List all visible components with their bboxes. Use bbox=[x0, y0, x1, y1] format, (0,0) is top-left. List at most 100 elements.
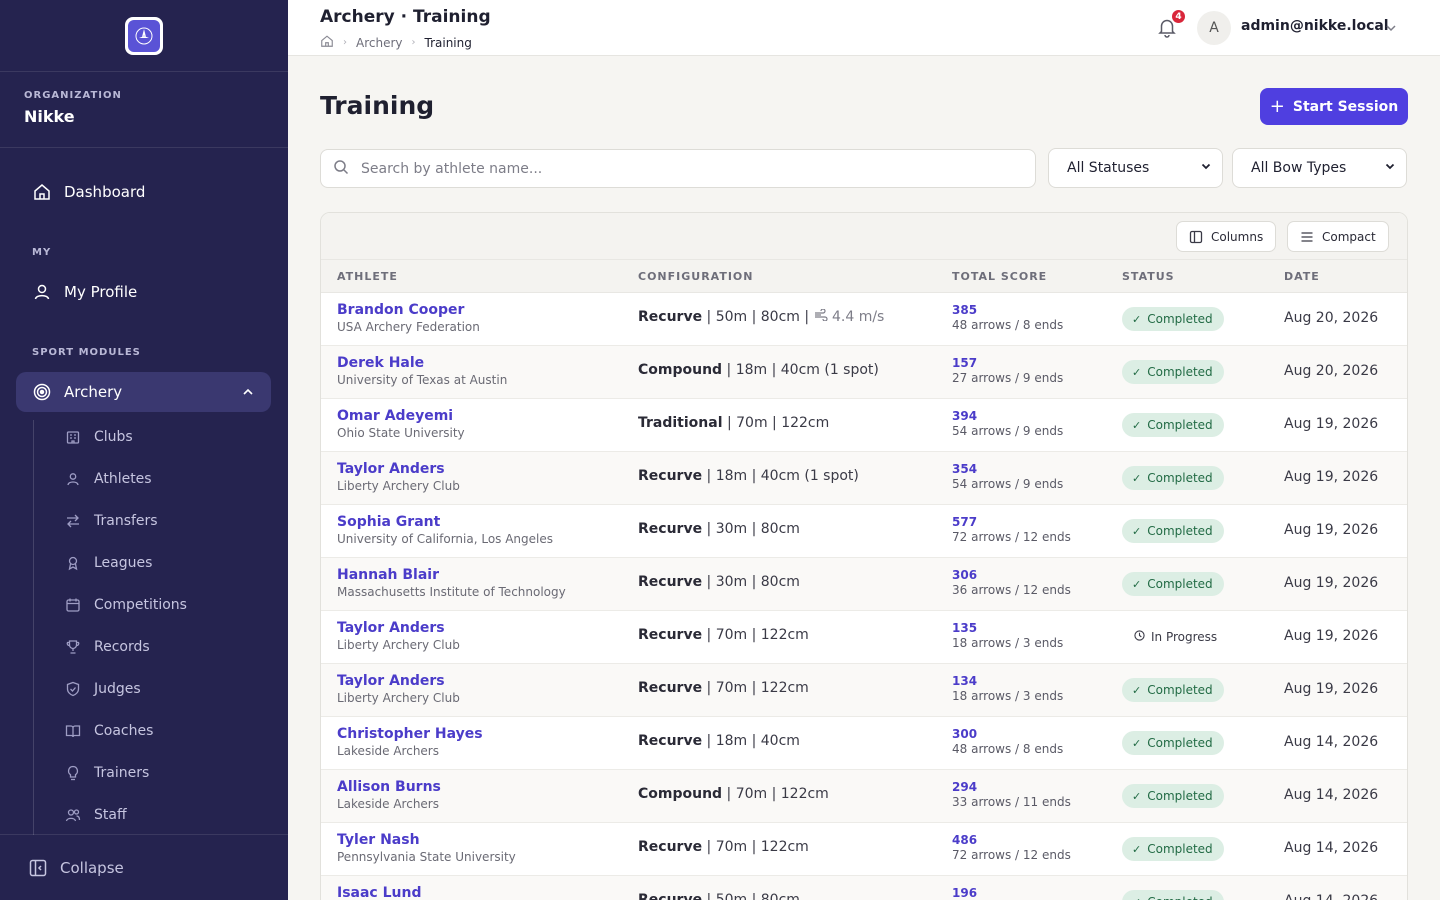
athlete-name-link[interactable]: Taylor Anders bbox=[337, 673, 460, 689]
column-header-athlete[interactable]: ATHLETE bbox=[337, 270, 398, 283]
total-score-link[interactable]: 196 bbox=[952, 886, 977, 900]
athlete-name-link[interactable]: Omar Adeyemi bbox=[337, 408, 465, 424]
date-cell: Aug 14, 2026 bbox=[1284, 840, 1379, 856]
total-score-link[interactable]: 157 bbox=[952, 356, 1063, 370]
table-row[interactable]: Tyler Nash Pennsylvania State University R… bbox=[321, 823, 1407, 876]
athlete-cell: Taylor Anders Liberty Archery Club bbox=[337, 673, 460, 705]
window-title: Archery · Training bbox=[320, 7, 491, 27]
nav-my-profile[interactable]: My Profile bbox=[16, 272, 271, 312]
total-score-link[interactable]: 486 bbox=[952, 833, 1071, 847]
total-score-link[interactable]: 577 bbox=[952, 515, 1071, 529]
table-row[interactable]: Taylor Anders Liberty Archery Club Recurve… bbox=[321, 452, 1407, 505]
status-filter-select[interactable]: All Statuses bbox=[1048, 148, 1223, 188]
arrows-ends: 36 arrows / 12 ends bbox=[952, 583, 1071, 597]
total-score-link[interactable]: 385 bbox=[952, 303, 1063, 317]
table-row[interactable]: Omar Adeyemi Ohio State University Traditi… bbox=[321, 399, 1407, 452]
column-header-total-score[interactable]: TOTAL SCORE bbox=[952, 270, 1047, 283]
home-icon[interactable] bbox=[320, 34, 334, 51]
table-row[interactable]: Isaac Lund Recurve | 50m | 80cm 196 ✓ Comple… bbox=[321, 876, 1407, 900]
total-score-link[interactable]: 394 bbox=[952, 409, 1063, 423]
column-header-date[interactable]: DATE bbox=[1284, 270, 1320, 283]
table-row[interactable]: Hannah Blair Massachusetts Institute of T… bbox=[321, 558, 1407, 611]
sidebar-item-label: Transfers bbox=[94, 513, 158, 529]
athlete-name-link[interactable]: Brandon Cooper bbox=[337, 302, 480, 318]
sidebar-item-label: Competitions bbox=[94, 597, 187, 613]
athlete-name-link[interactable]: Sophia Grant bbox=[337, 514, 553, 530]
athlete-name-link[interactable]: Taylor Anders bbox=[337, 461, 460, 477]
total-score-link[interactable]: 294 bbox=[952, 780, 1071, 794]
athlete-name-link[interactable]: Isaac Lund bbox=[337, 885, 422, 900]
avatar[interactable]: A bbox=[1197, 11, 1231, 45]
sidebar-item-clubs[interactable]: Clubs bbox=[64, 425, 133, 449]
table-row[interactable]: Taylor Anders Liberty Archery Club Recurve… bbox=[321, 664, 1407, 717]
collapse-button[interactable]: Collapse bbox=[0, 834, 288, 900]
user-email[interactable]: admin@nikke.local bbox=[1241, 18, 1389, 34]
wind-speed: 4.4 m/s bbox=[831, 309, 885, 325]
status-label: Completed bbox=[1147, 365, 1213, 379]
chevron-down-icon[interactable] bbox=[1384, 20, 1398, 34]
status-label: Completed bbox=[1147, 577, 1213, 591]
sidebar-item-athletes[interactable]: Athletes bbox=[64, 467, 152, 491]
athlete-name-link[interactable]: Derek Hale bbox=[337, 355, 507, 371]
athlete-name-link[interactable]: Taylor Anders bbox=[337, 620, 460, 636]
total-score-link[interactable]: 300 bbox=[952, 727, 1063, 741]
total-score-link[interactable]: 135 bbox=[952, 621, 1063, 635]
building-icon bbox=[64, 428, 82, 446]
total-score-link[interactable]: 306 bbox=[952, 568, 1071, 582]
athlete-name-link[interactable]: Christopher Hayes bbox=[337, 726, 483, 742]
athlete-name-link[interactable]: Tyler Nash bbox=[337, 832, 516, 848]
archery-logo-icon[interactable] bbox=[125, 16, 163, 55]
sidebar-item-records[interactable]: Records bbox=[64, 635, 150, 659]
table-row[interactable]: Christopher Hayes Lakeside Archers Recurve… bbox=[321, 717, 1407, 770]
start-session-button[interactable]: + Start Session bbox=[1260, 88, 1408, 125]
configuration-details: | 30m | 80cm bbox=[702, 574, 800, 590]
compact-button[interactable]: Compact bbox=[1287, 221, 1389, 252]
athlete-name-link[interactable]: Hannah Blair bbox=[337, 567, 566, 583]
breadcrumb-archery[interactable]: Archery bbox=[356, 36, 403, 50]
users-icon bbox=[64, 806, 82, 824]
athlete-name-link[interactable]: Allison Burns bbox=[337, 779, 441, 795]
sidebar-item-transfers[interactable]: Transfers bbox=[64, 509, 158, 533]
sidebar-item-trainers[interactable]: Trainers bbox=[64, 761, 149, 785]
nav-dashboard[interactable]: Dashboard bbox=[16, 172, 271, 212]
nav-archery[interactable]: Archery bbox=[16, 372, 271, 412]
status-badge: In Progress bbox=[1122, 625, 1228, 649]
configuration-cell: Recurve | 50m | 80cm | 4.4 m/s bbox=[638, 308, 885, 325]
athlete-cell: Christopher Hayes Lakeside Archers bbox=[337, 726, 483, 758]
sidebar-item-staff[interactable]: Staff bbox=[64, 803, 127, 827]
check-icon: ✓ bbox=[1132, 736, 1142, 750]
table-row[interactable]: Derek Hale University of Texas at Austin C… bbox=[321, 346, 1407, 399]
configuration-details: | 30m | 80cm bbox=[702, 521, 800, 537]
sidebar-item-coaches[interactable]: Coaches bbox=[64, 719, 153, 743]
search-input[interactable] bbox=[361, 160, 961, 177]
table-row[interactable]: Sophia Grant University of California, Lo… bbox=[321, 505, 1407, 558]
sidebar-item-competitions[interactable]: Competitions bbox=[64, 593, 187, 617]
date-cell: Aug 20, 2026 bbox=[1284, 363, 1379, 379]
columns-button[interactable]: Columns bbox=[1176, 221, 1277, 252]
column-header-status[interactable]: STATUS bbox=[1122, 270, 1175, 283]
athlete-organization: Liberty Archery Club bbox=[337, 479, 460, 493]
user-icon bbox=[32, 282, 52, 302]
total-score-link[interactable]: 354 bbox=[952, 462, 1063, 476]
table-row[interactable]: Taylor Anders Liberty Archery Club Recurve… bbox=[321, 611, 1407, 664]
table-row[interactable]: Allison Burns Lakeside Archers Compound | … bbox=[321, 770, 1407, 823]
check-icon: ✓ bbox=[1132, 683, 1142, 697]
arrows-swap-icon bbox=[64, 512, 82, 530]
total-score-link[interactable]: 134 bbox=[952, 674, 1063, 688]
athlete-cell: Allison Burns Lakeside Archers bbox=[337, 779, 441, 811]
status-cell: In Progress bbox=[1122, 625, 1228, 649]
athlete-cell: Taylor Anders Liberty Archery Club bbox=[337, 461, 460, 493]
column-header-configuration[interactable]: CONFIGURATION bbox=[638, 270, 753, 283]
configuration-cell: Recurve | 18m | 40cm bbox=[638, 733, 800, 749]
sidebar-item-label: Trainers bbox=[94, 765, 150, 781]
sidebar-item-judges[interactable]: Judges bbox=[64, 677, 141, 701]
check-icon: ✓ bbox=[1132, 842, 1142, 856]
logo-area bbox=[0, 0, 288, 72]
sidebar-item-leagues[interactable]: Leagues bbox=[64, 551, 152, 575]
score-cell: 294 33 arrows / 11 ends bbox=[952, 780, 1071, 809]
status-cell: ✓ Completed bbox=[1122, 572, 1224, 596]
bow-type-filter-select[interactable]: All Bow Types bbox=[1232, 148, 1407, 188]
athlete-cell: Taylor Anders Liberty Archery Club bbox=[337, 620, 460, 652]
breadcrumb: › Archery › Training bbox=[320, 34, 472, 51]
table-row[interactable]: Brandon Cooper USA Archery Federation Recu… bbox=[321, 293, 1407, 346]
